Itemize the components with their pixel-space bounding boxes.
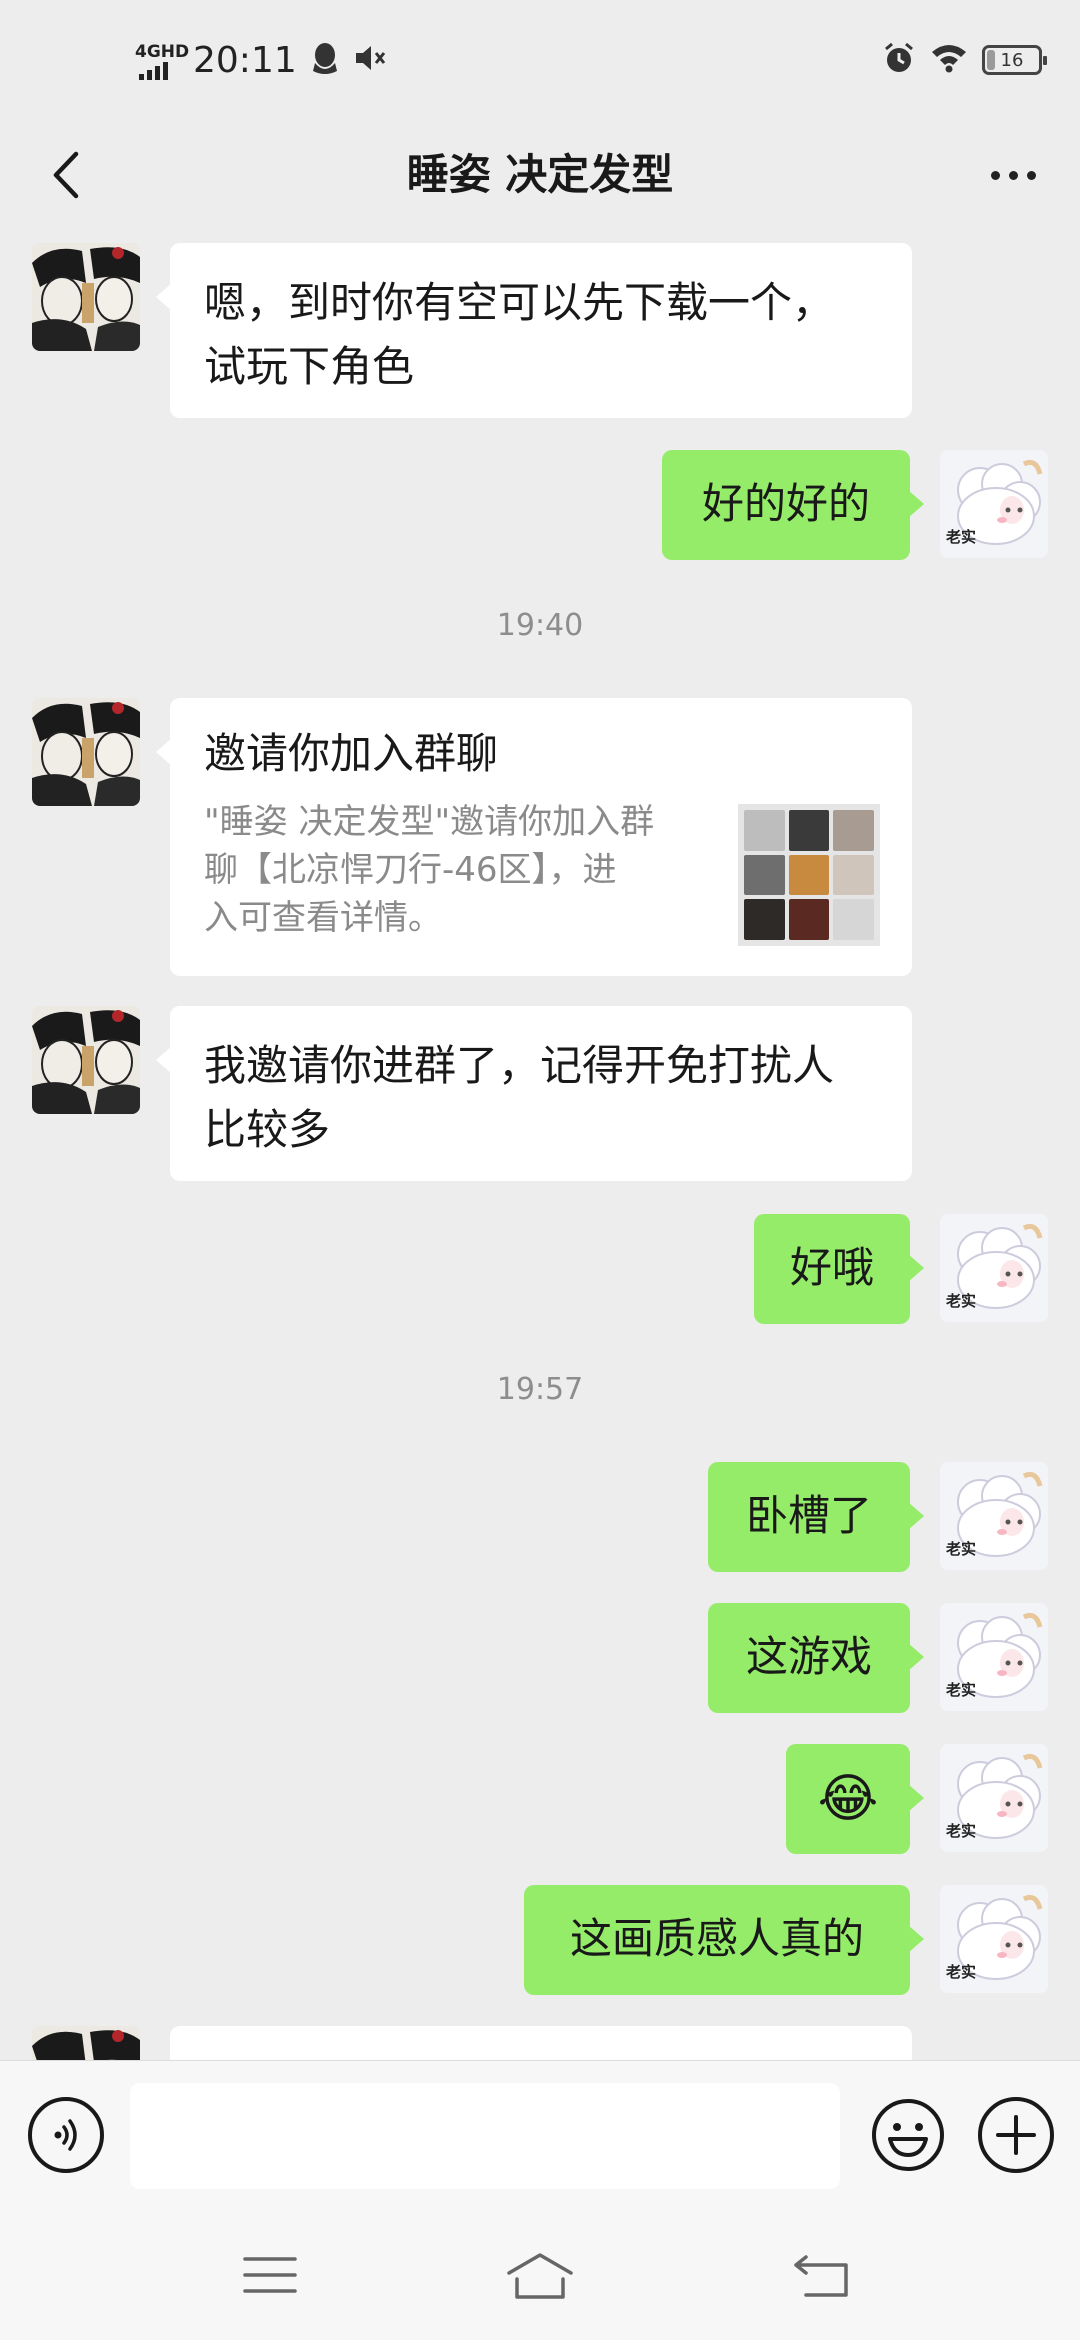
my-avatar[interactable]: 老实 xyxy=(940,1603,1048,1711)
message-row: 我邀请你进群了，记得开免打扰人 比较多 xyxy=(0,1006,1080,1181)
wifi-icon xyxy=(930,42,968,78)
message-bubble[interactable]: 嗯，到时你有空可以先下载一个， 试玩下角色 xyxy=(156,243,912,418)
chat-title: 睡姿 决定发型 xyxy=(406,150,674,199)
battery-fill xyxy=(987,50,995,70)
plus-icon xyxy=(996,2115,1036,2155)
card-description: "睡姿 决定发型"邀请你加入群 聊【北凉悍刀行-46区】，进 入可查看详情。 xyxy=(204,798,709,942)
menu-icon xyxy=(243,2257,297,2293)
message-bubble[interactable]: 这游戏 xyxy=(708,1603,924,1713)
message-bubble[interactable]: 😂 xyxy=(786,1744,924,1854)
qq-icon xyxy=(311,41,339,79)
back-icon xyxy=(53,151,79,199)
return-button[interactable] xyxy=(782,2245,862,2305)
timestamp: 19:57 xyxy=(496,1372,584,1407)
laughing-crying-emoji: 😂 xyxy=(817,1769,879,1829)
avatar-caption: 老实 xyxy=(946,1681,977,1699)
status-right: 16 xyxy=(882,36,1047,84)
avatar-caption: 老实 xyxy=(946,1963,977,1981)
card-desc-line: 聊【北凉悍刀行-46区】，进 xyxy=(204,850,617,890)
input-bar xyxy=(0,2060,1080,2210)
message-text: 我邀请你进群了，记得开免打扰人 xyxy=(204,1041,835,1090)
status-time: 20:11 xyxy=(193,39,297,81)
my-avatar[interactable]: 老实 xyxy=(940,1744,1048,1852)
system-nav-bar xyxy=(0,2210,1080,2340)
timestamp: 19:40 xyxy=(496,608,584,643)
chat-screen: 4GHD 20:11 16 睡姿 决定发型 嗯，到时你有空可以先下载一个， 试玩… xyxy=(0,0,1080,2340)
contact-avatar[interactable] xyxy=(32,2026,140,2060)
message-text: 试玩下角色 xyxy=(204,342,415,391)
more-button[interactable] xyxy=(968,140,1058,210)
home-button[interactable] xyxy=(500,2245,580,2305)
card-desc-line: 入可查看详情。 xyxy=(204,898,442,938)
mute-icon xyxy=(353,42,389,78)
message-row: 好的好的 老实 xyxy=(0,450,1080,560)
my-avatar[interactable]: 老实 xyxy=(940,1885,1048,1993)
status-bar: 4GHD 20:11 16 xyxy=(0,0,1080,120)
message-text: 卧槽了 xyxy=(745,1491,872,1540)
more-functions-button[interactable] xyxy=(978,2097,1054,2173)
message-row: 嗯，到时你有空可以先下载一个， 试玩下角色 xyxy=(0,243,1080,418)
avatar-caption: 老实 xyxy=(946,1292,977,1310)
message-text: 这画质感人真的 xyxy=(569,1914,864,1963)
message-text: 这游戏 xyxy=(745,1632,872,1681)
battery-percent: 16 xyxy=(1000,49,1024,71)
message-bubble[interactable]: 这画质感人真的 xyxy=(524,1885,924,1995)
signal-icon xyxy=(139,62,168,80)
message-text: 嗯，到时你有空可以先下载一个， xyxy=(204,278,835,327)
group-thumbnail xyxy=(738,804,880,946)
message-text: 好的好的 xyxy=(701,479,870,528)
emoji-button[interactable] xyxy=(870,2097,946,2173)
card-title: 邀请你加入群聊 xyxy=(204,729,499,778)
contact-avatar[interactable] xyxy=(32,1006,140,1114)
home-icon xyxy=(507,2253,573,2299)
message-row: 这画质感人真的 老实 xyxy=(0,1885,1080,1995)
back-button[interactable] xyxy=(30,140,100,210)
card-desc-line: "睡姿 决定发型"邀请你加入群 xyxy=(204,802,655,842)
contact-avatar[interactable] xyxy=(32,698,140,806)
voice-icon xyxy=(54,2119,77,2151)
battery-indicator: 16 xyxy=(982,45,1047,75)
alarm-icon xyxy=(882,41,916,79)
my-avatar[interactable]: 老实 xyxy=(940,1214,1048,1322)
message-row: 好哦 老实 xyxy=(0,1214,1080,1324)
message-text: 好哦 xyxy=(789,1243,874,1292)
message-bubble[interactable] xyxy=(170,2026,912,2060)
more-icon xyxy=(990,170,1036,180)
message-text: 比较多 xyxy=(204,1105,331,1154)
message-bubble[interactable]: 好哦 xyxy=(754,1214,924,1324)
emoji-icon xyxy=(872,2099,944,2171)
message-bubble[interactable]: 我邀请你进群了，记得开免打扰人 比较多 xyxy=(156,1006,912,1181)
network-type: 4GHD xyxy=(135,42,190,62)
menu-button[interactable] xyxy=(230,2245,310,2305)
message-row: 卧槽了 老实 xyxy=(0,1462,1080,1572)
network-indicator: 4GHD xyxy=(135,40,189,80)
message-list[interactable]: 嗯，到时你有空可以先下载一个， 试玩下角色 好的好的 老实 19:40 邀请你加… xyxy=(0,230,1080,2060)
message-bubble[interactable]: 卧槽了 xyxy=(708,1462,924,1572)
message-row-partial xyxy=(0,2026,1080,2060)
contact-avatar[interactable] xyxy=(32,243,140,351)
chat-header: 睡姿 决定发型 xyxy=(0,120,1080,230)
avatar-caption: 老实 xyxy=(946,1822,977,1840)
my-avatar[interactable]: 老实 xyxy=(940,450,1048,558)
return-icon xyxy=(794,2255,848,2297)
message-row: 邀请你加入群聊 "睡姿 决定发型"邀请你加入群 聊【北凉悍刀行-46区】，进 入… xyxy=(0,698,1080,976)
message-bubble[interactable]: 好的好的 xyxy=(662,450,924,560)
status-left: 4GHD 20:11 xyxy=(135,36,389,84)
message-row: 😂 老实 xyxy=(0,1744,1080,1854)
group-invite-card[interactable]: 邀请你加入群聊 "睡姿 决定发型"邀请你加入群 聊【北凉悍刀行-46区】，进 入… xyxy=(156,698,912,976)
message-row: 这游戏 老实 xyxy=(0,1603,1080,1713)
voice-button[interactable] xyxy=(28,2097,104,2173)
avatar-caption: 老实 xyxy=(946,1540,977,1558)
my-avatar[interactable]: 老实 xyxy=(940,1462,1048,1570)
message-input[interactable] xyxy=(130,2083,840,2189)
avatar-caption: 老实 xyxy=(946,528,977,546)
